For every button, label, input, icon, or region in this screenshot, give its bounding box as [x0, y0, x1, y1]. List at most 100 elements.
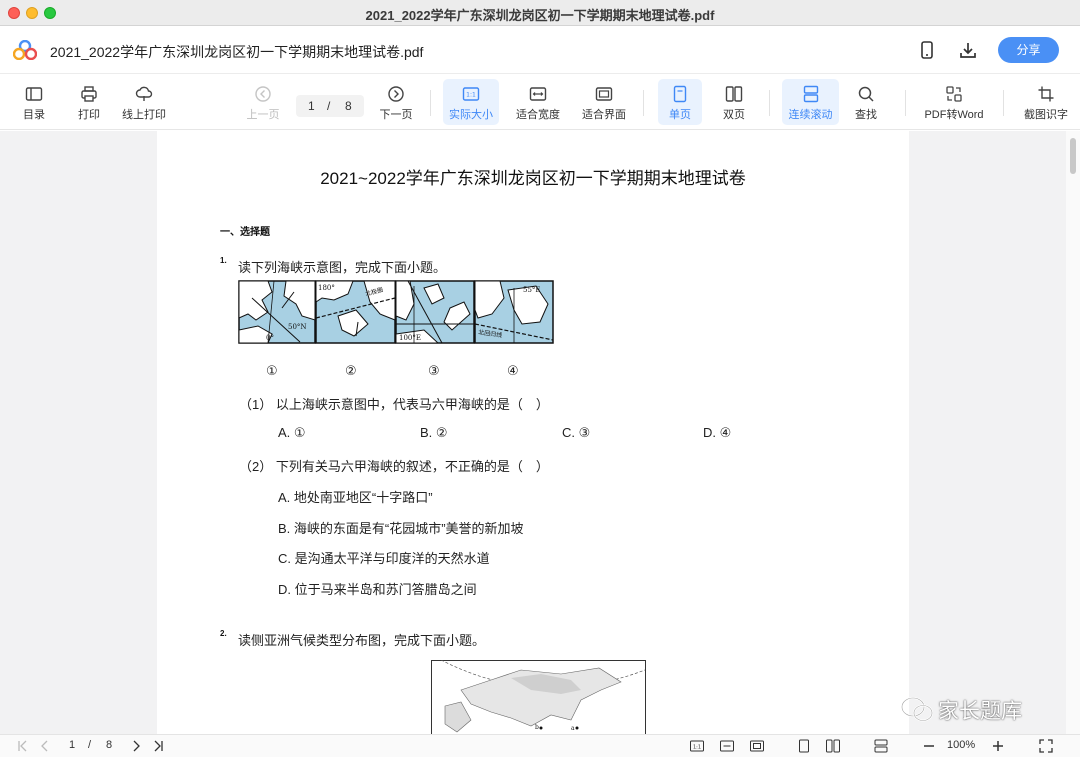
watermark: 家长题库 [900, 693, 1050, 725]
share-button[interactable]: 分享 [998, 37, 1059, 63]
answer-option: B. 海峡的东面是有“花园城市”美誉的新加坡 [278, 521, 524, 536]
watermark-text: 家长题库 [938, 699, 1022, 723]
svg-text:100°E: 100°E [399, 334, 421, 342]
page-total: 8 [345, 99, 352, 113]
minus-icon [924, 745, 934, 747]
online-print-button[interactable]: 线上打印 [118, 79, 170, 125]
scrollbar-track[interactable] [1066, 131, 1080, 734]
actual-size-label: 实际大小 [449, 109, 493, 121]
svg-text:1:1: 1:1 [693, 745, 701, 751]
zoom-out-button[interactable] [922, 739, 936, 753]
fit-width-button[interactable]: 适合宽度 [512, 79, 564, 125]
status-page-current[interactable]: 1 [69, 739, 75, 751]
single-page-label: 单页 [669, 109, 691, 121]
fit-width-icon [720, 740, 734, 752]
last-page-button[interactable] [151, 739, 165, 753]
fit-page-icon [595, 87, 613, 101]
question-number: 1. [220, 256, 227, 265]
section-heading: 一、选择题 [220, 227, 270, 238]
fullscreen-button[interactable] [1039, 739, 1053, 753]
single-page-button[interactable]: 单页 [658, 79, 702, 125]
pdf-page: 2021~2022学年广东深圳龙岗区初一下学期期末地理试卷 一、选择题 1. 读… [157, 131, 909, 734]
status-fit-width-button[interactable] [720, 739, 734, 753]
continuous-scroll-button[interactable]: 连续滚动 [782, 79, 839, 125]
prev-page-small-button[interactable] [38, 739, 52, 753]
next-page-small-button[interactable] [129, 739, 143, 753]
svg-text:1:1: 1:1 [466, 92, 476, 99]
window-title: 2021_2022学年广东深圳龙岗区初一下学期期末地理试卷.pdf [365, 8, 715, 23]
status-fit-page-button[interactable] [750, 739, 764, 753]
svg-text:50°N: 50°N [288, 323, 307, 331]
asia-climate-map: b a [431, 660, 646, 734]
toc-label: 目录 [23, 109, 45, 121]
question-stem: 读侧亚洲气候类型分布图，完成下面小题。 [238, 633, 486, 648]
print-button[interactable]: 打印 [69, 79, 109, 125]
toolbar-divider [1003, 90, 1004, 116]
page-number-input[interactable]: 1 / 8 [296, 95, 364, 117]
window-titlebar: 2021_2022学年广东深圳龙岗区初一下学期期末地理试卷.pdf [0, 0, 1080, 26]
ocr-button[interactable]: 截图识字 [1018, 79, 1074, 125]
status-single-page-button[interactable] [797, 739, 811, 753]
status-continuous-button[interactable] [874, 739, 888, 753]
toc-button[interactable]: 目录 [14, 79, 54, 125]
pdf-to-word-label: PDF转Word [924, 109, 984, 121]
first-page-button[interactable] [16, 739, 30, 753]
toolbar-divider [643, 90, 644, 116]
strait-map-4: 55°E 北回归线 [474, 280, 554, 344]
strait-map-1: 50°N 0° [238, 280, 316, 344]
last-page-icon [154, 740, 163, 752]
continuous-scroll-icon [874, 739, 888, 753]
find-label: 查找 [855, 109, 877, 121]
map-label-3: ③ [428, 363, 440, 378]
question-stem: 读下列海峡示意图，完成下面小题。 [238, 260, 447, 275]
cloud-print-icon [135, 86, 153, 101]
scrollbar-thumb[interactable] [1070, 138, 1076, 174]
toolbar-divider [905, 90, 906, 116]
question-number: 2. [220, 629, 227, 638]
fullscreen-icon [1039, 739, 1053, 753]
mobile-icon[interactable] [917, 40, 937, 60]
actual-size-icon: 1:1 [690, 740, 704, 752]
status-double-page-button[interactable] [826, 739, 840, 753]
answer-option: B. ② [420, 425, 448, 440]
status-page-separator: / [88, 739, 92, 751]
answer-option: D. ④ [703, 425, 732, 440]
prev-page-label: 上一页 [246, 109, 280, 121]
status-bar: 1 / 8 1:1 100% [0, 734, 1080, 757]
convert-icon [946, 86, 962, 102]
download-icon[interactable] [958, 40, 978, 60]
document-viewer[interactable]: 2021~2022学年广东深圳龙岗区初一下学期期末地理试卷 一、选择题 1. 读… [0, 131, 1080, 734]
status-actual-size-button[interactable]: 1:1 [690, 739, 704, 753]
crop-icon [1038, 86, 1054, 102]
double-page-icon [725, 86, 743, 102]
strait-map-3: 100°E [395, 280, 475, 344]
svg-text:55°E: 55°E [523, 286, 541, 294]
map-label-2: ② [345, 363, 357, 378]
fit-page-button[interactable]: 适合界面 [578, 79, 630, 125]
page-current: 1 [308, 99, 315, 113]
find-button[interactable]: 查找 [846, 79, 886, 125]
next-page-label: 下一页 [379, 109, 413, 121]
toc-icon [25, 87, 43, 101]
single-page-icon [799, 739, 809, 753]
printer-icon [81, 86, 97, 102]
status-page-total: 8 [106, 739, 113, 751]
toolbar-divider [769, 90, 770, 116]
continuous-scroll-label: 连续滚动 [788, 109, 833, 121]
fit-width-icon [529, 87, 547, 101]
double-page-label: 双页 [723, 109, 745, 121]
fit-page-label: 适合界面 [582, 109, 626, 121]
zoom-level[interactable]: 100% [947, 739, 975, 751]
zoom-in-button[interactable] [991, 739, 1005, 753]
pdf-to-word-button[interactable]: PDF转Word [920, 79, 988, 125]
online-print-label: 线上打印 [122, 109, 166, 121]
svg-text:a: a [571, 725, 575, 732]
answer-option: A. 地处南亚地区“十字路口” [278, 490, 433, 505]
prev-page-button[interactable]: 上一页 [243, 79, 283, 125]
double-page-button[interactable]: 双页 [714, 79, 754, 125]
svg-text:180°: 180° [318, 284, 335, 292]
sub-question-2: （2） 下列有关马六甲海峡的叙述，不正确的是（ ） [239, 459, 549, 474]
map-label-1: ① [266, 363, 278, 378]
next-page-button[interactable]: 下一页 [376, 79, 416, 125]
actual-size-button[interactable]: 1:1 实际大小 [443, 79, 499, 125]
